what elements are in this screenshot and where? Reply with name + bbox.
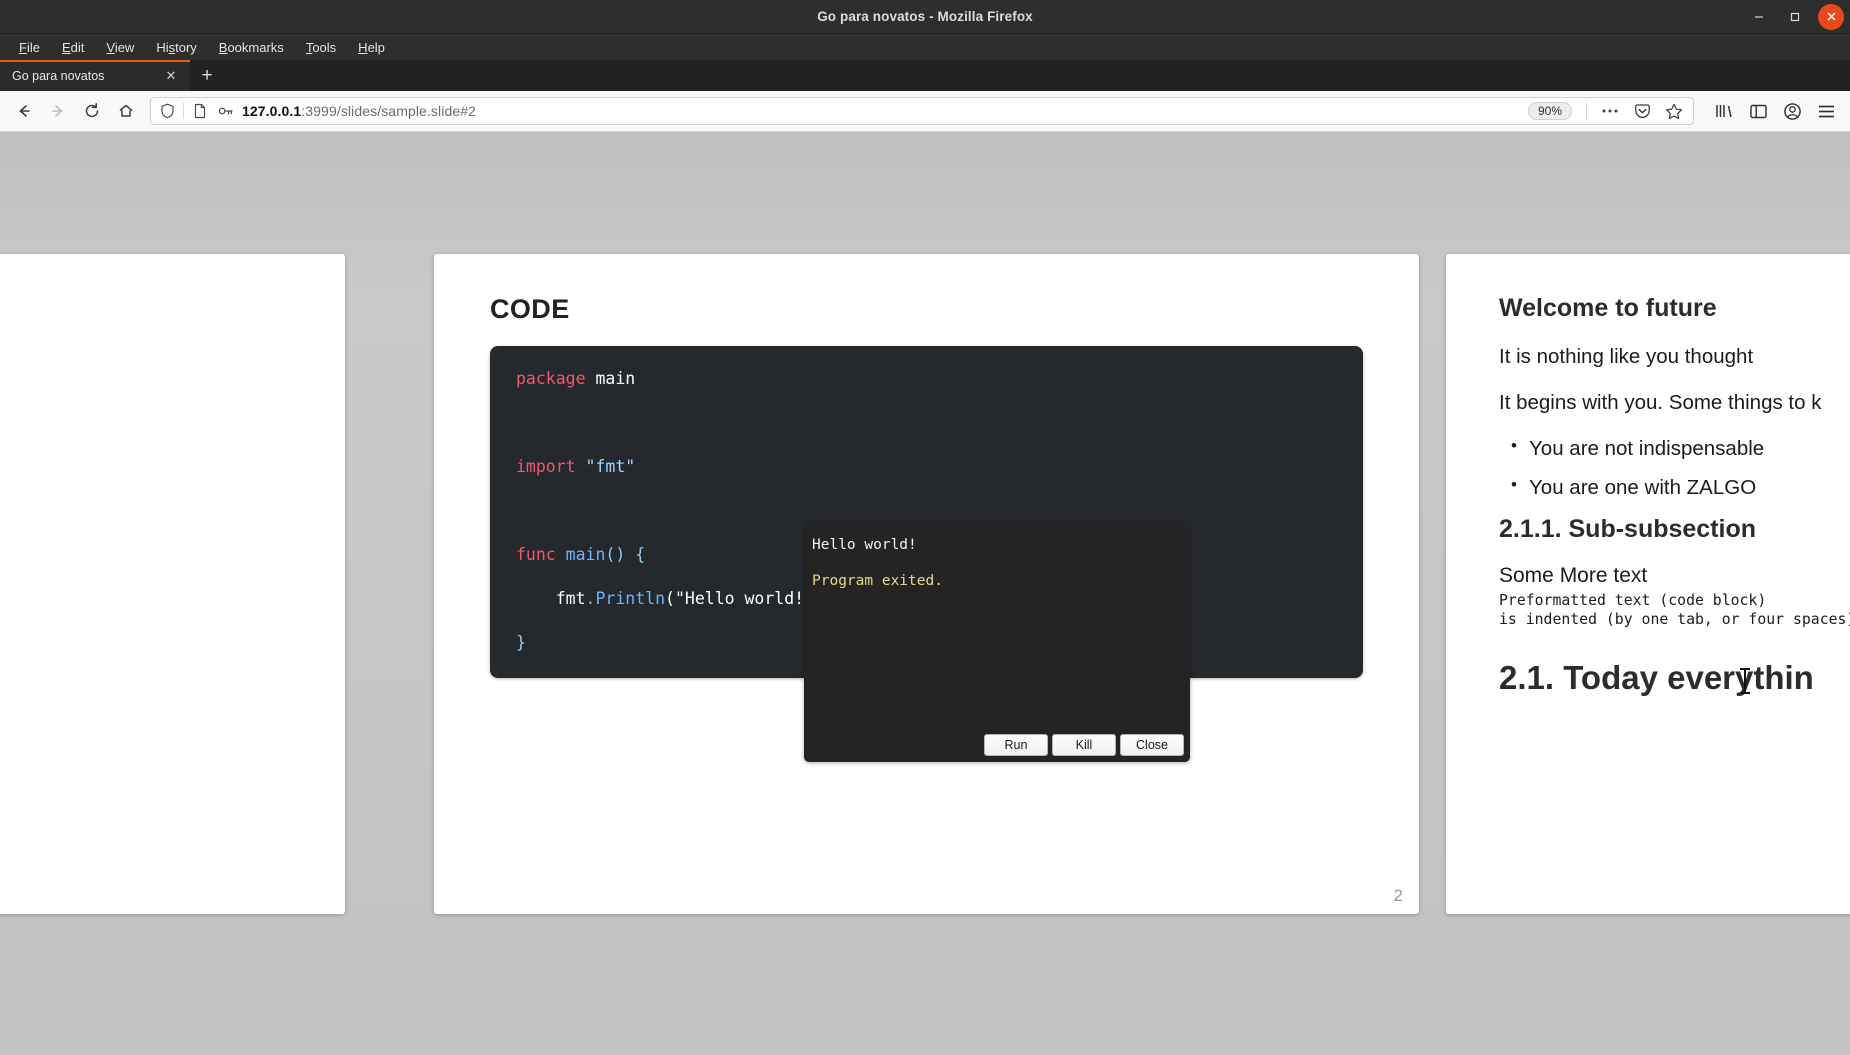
next-slide-paragraph-1: It is nothing like you thought [1499, 345, 1754, 368]
tab-strip: Go para novatos ✕ + [0, 60, 1850, 91]
zoom-level-badge[interactable]: 90% [1527, 102, 1572, 120]
menu-help[interactable]: Help [347, 37, 396, 58]
home-button-icon[interactable] [110, 96, 142, 126]
code-call-println: .Println [585, 588, 666, 608]
text-cursor [1740, 668, 1750, 694]
close-button-playground[interactable]: Close [1120, 734, 1184, 756]
code-pkg-fmt: fmt [516, 588, 586, 608]
list-item: You are one with ZALGO [1511, 475, 1850, 500]
urlbar-right-divider [1586, 102, 1587, 120]
code-func-punct: () { [605, 544, 646, 564]
page-viewport: CODE package main import "fmt" func main… [0, 132, 1850, 1055]
forward-button-icon [42, 96, 74, 126]
code-keyword-import: import [516, 456, 576, 476]
new-tab-button[interactable]: + [190, 60, 224, 91]
window-title: Go para novatos - Mozilla Firefox [817, 9, 1033, 24]
address-bar[interactable]: 127.0.0.1:3999/slides/sample.slide#2 90% [150, 97, 1694, 125]
account-icon[interactable] [1776, 96, 1808, 126]
permissions-key-icon[interactable] [216, 104, 236, 118]
menu-view-label: View [106, 39, 135, 55]
shield-icon[interactable] [157, 103, 177, 119]
next-slide-big-heading: 2.1. Today everythin [1499, 659, 1814, 697]
toolbar-right-actions [1708, 96, 1842, 126]
menu-tools-label: Tools [305, 39, 337, 55]
run-button[interactable]: Run [984, 734, 1048, 756]
page-document-icon[interactable] [190, 103, 210, 119]
menu-history-label: History [156, 39, 197, 55]
playground-output-panel[interactable]: Hello world! Program exited. Run Kill Cl… [804, 522, 1190, 762]
list-item: You are not indispensable [1511, 436, 1850, 461]
next-slide-paragraph-2: It begins with you. Some things to k [1499, 391, 1822, 414]
url-host: 127.0.0.1 [242, 103, 302, 119]
menu-bookmarks-label: Bookmarks [218, 39, 284, 55]
code-line-blank-1 [516, 412, 1337, 434]
app-menu-icon[interactable] [1810, 96, 1842, 126]
menu-file[interactable]: File [8, 37, 51, 58]
playground-button-row: Run Kill Close [984, 734, 1184, 756]
menu-file-label: File [19, 39, 40, 55]
playground-status-line: Program exited. [812, 572, 943, 589]
menu-edit[interactable]: Edit [51, 37, 95, 58]
navigation-toolbar: 127.0.0.1:3999/slides/sample.slide#2 90% [0, 91, 1850, 132]
slide-page-number: 2 [1393, 886, 1403, 905]
tab-label: Go para novatos [12, 68, 105, 83]
code-line-2: import "fmt" [516, 456, 1337, 478]
menu-view[interactable]: View [95, 37, 145, 58]
code-closing-brace: } [516, 632, 526, 652]
code-line-1: package main [516, 368, 1337, 390]
kill-button[interactable]: Kill [1052, 734, 1116, 756]
minimize-button[interactable] [1746, 4, 1772, 30]
code-import-path: "fmt" [575, 456, 636, 476]
menu-help-label: Help [358, 39, 385, 55]
code-call-args: ("Hello world!") [665, 588, 824, 608]
preformatted-line-2: is indented (by one tab, or four spaces) [1499, 611, 1850, 629]
playground-stdout-line: Hello world! [812, 537, 917, 553]
next-slide-preformatted-block: Preformatted text (code block) is indent… [1499, 591, 1850, 629]
library-icon[interactable] [1708, 96, 1740, 126]
close-button[interactable] [1818, 3, 1844, 30]
window-titlebar: Go para novatos - Mozilla Firefox [0, 0, 1850, 34]
menu-edit-label: Edit [61, 39, 85, 55]
next-slide-subsection-heading: 2.1.1. Sub-subsection [1499, 515, 1757, 543]
preformatted-line-1: Preformatted text (code block) [1499, 592, 1767, 609]
next-slide-heading: Welcome to future [1499, 294, 1717, 322]
code-package-name: main [585, 369, 636, 388]
slide-title: CODE [490, 294, 570, 324]
maximize-button[interactable] [1782, 4, 1808, 30]
slide-next[interactable]: Welcome to future It is nothing like you… [1446, 254, 1850, 914]
code-keyword-package: package [516, 369, 586, 388]
window-controls [1746, 0, 1844, 33]
playground-output-text: Hello world! Program exited. [804, 522, 1190, 588]
menu-history[interactable]: History [145, 37, 207, 58]
menu-tools[interactable]: Tools [295, 37, 347, 58]
bookmark-star-icon[interactable] [1661, 98, 1687, 124]
tab-go-para-novatos[interactable]: Go para novatos ✕ [0, 60, 190, 91]
menu-bookmarks[interactable]: Bookmarks [208, 37, 295, 58]
url-path: :3999/slides/sample.slide#2 [301, 103, 476, 119]
tab-close-icon[interactable]: ✕ [162, 68, 180, 84]
page-actions-icon[interactable] [1597, 98, 1623, 124]
next-slide-some-more-text: Some More text [1499, 564, 1648, 587]
pocket-icon[interactable] [1629, 98, 1655, 124]
reload-button-icon[interactable] [76, 96, 108, 126]
code-func-name-main: main [555, 544, 606, 564]
next-slide-bullet-list: You are not indispensable You are one wi… [1499, 436, 1850, 500]
code-keyword-func: func [516, 544, 556, 564]
code-line-blank-2 [516, 500, 1337, 522]
url-text[interactable]: 127.0.0.1:3999/slides/sample.slide#2 [242, 103, 1522, 119]
menu-bar: File Edit View History Bookmarks Tools H… [0, 34, 1850, 60]
back-button-icon[interactable] [8, 96, 40, 126]
sidebar-icon[interactable] [1742, 96, 1774, 126]
slide-previous[interactable] [0, 254, 345, 914]
urlbar-divider [183, 103, 184, 119]
